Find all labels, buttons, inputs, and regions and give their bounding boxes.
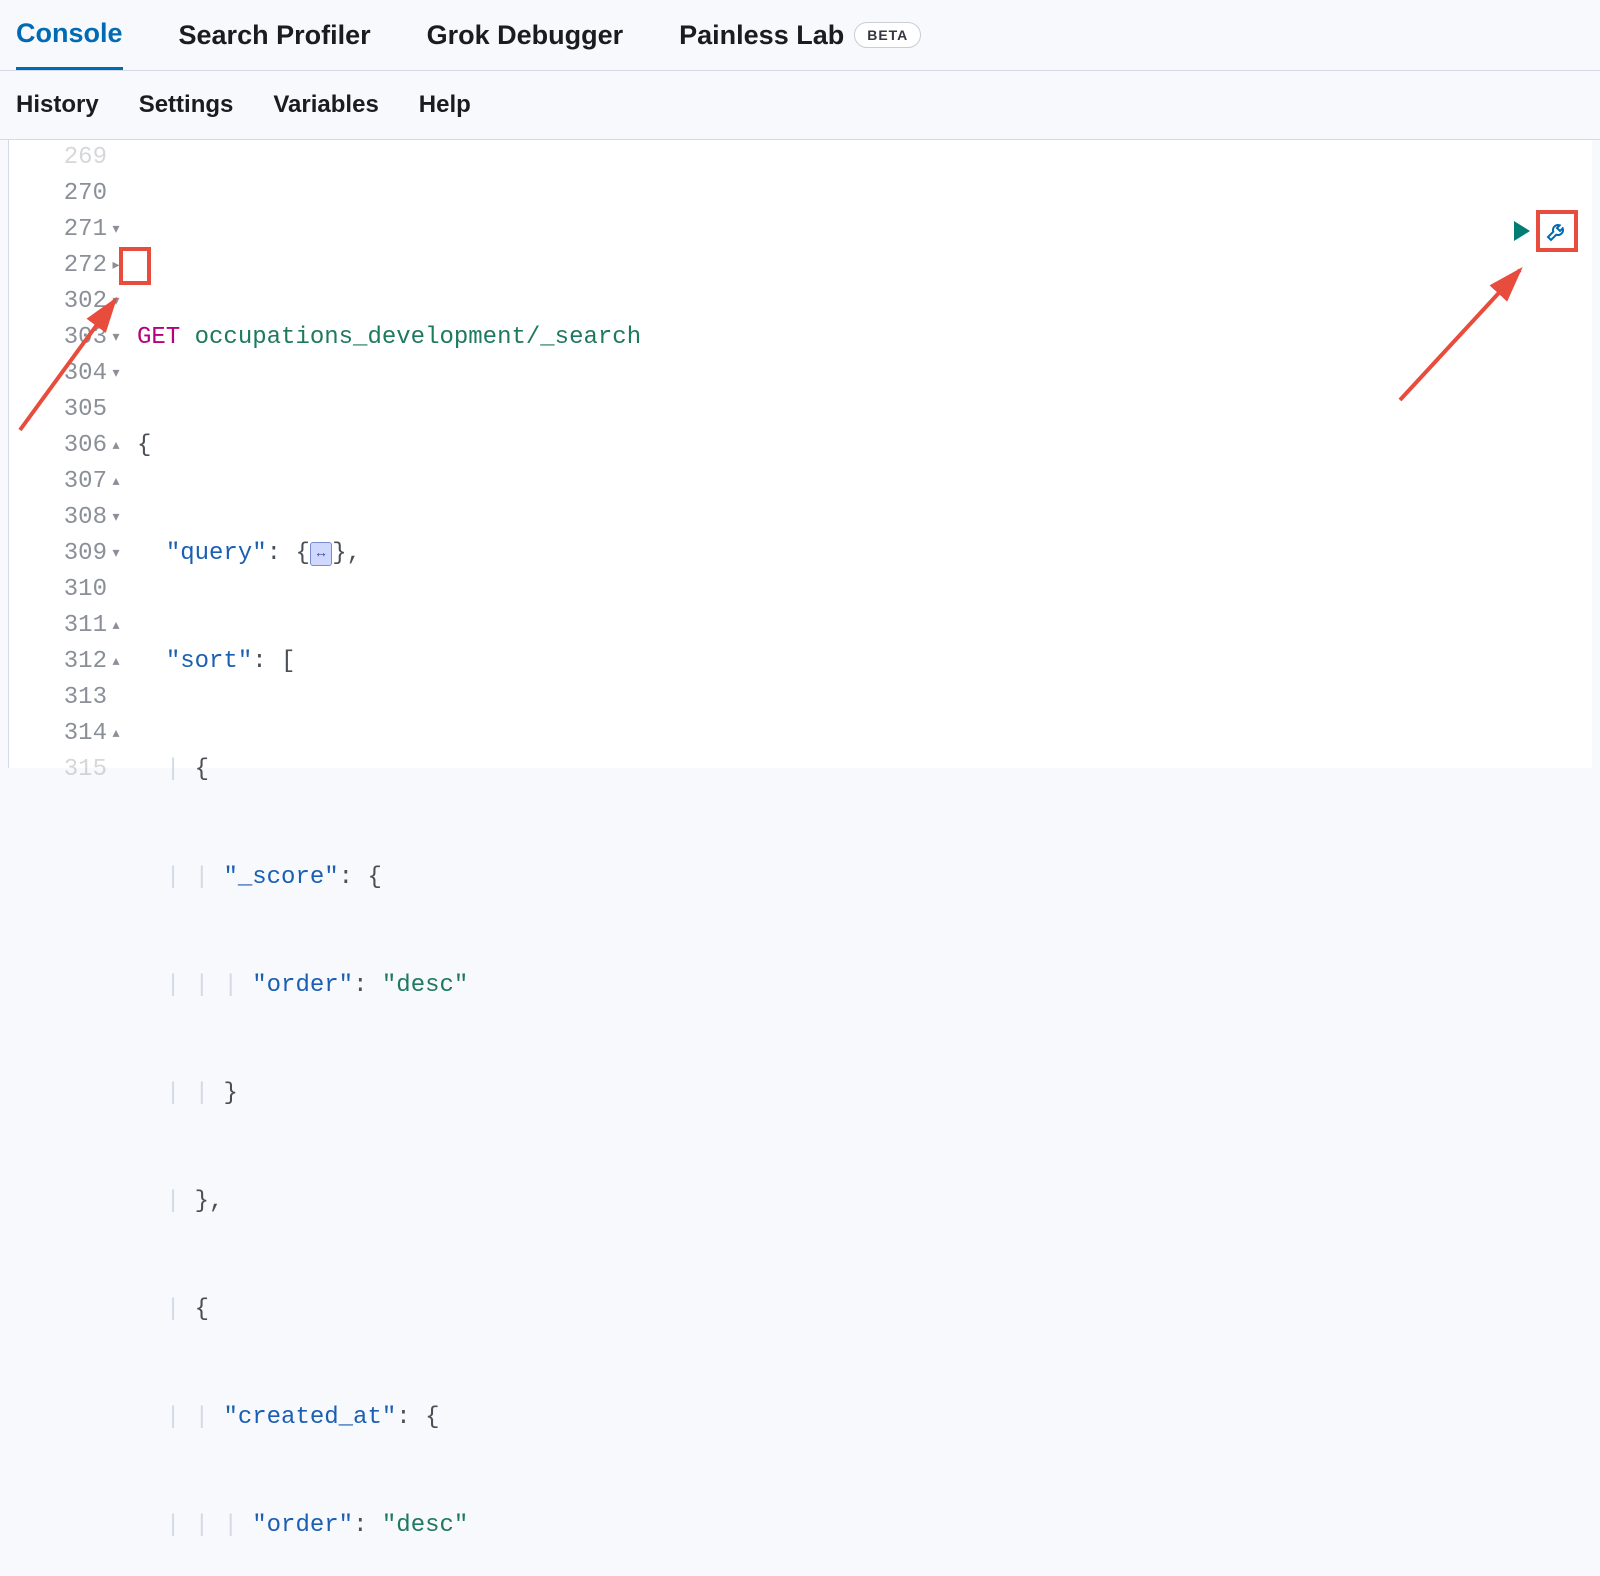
- request-actions: [1514, 210, 1578, 252]
- line-number: 307: [64, 464, 107, 500]
- folded-region-marker[interactable]: ↔: [310, 542, 332, 566]
- line-number: 270: [64, 176, 107, 212]
- code-editor[interactable]: 269 270 271▾ 272▸ 302▾ 303▾ 304▾ 305 306…: [8, 140, 1592, 768]
- fold-toggle-icon[interactable]: ▾: [109, 356, 123, 392]
- key-score: "_score": [223, 860, 338, 896]
- key-query: "query": [166, 536, 267, 572]
- beta-badge: BETA: [854, 22, 921, 48]
- line-number: 305: [64, 392, 107, 428]
- fold-toggle-icon[interactable]: ▴: [109, 464, 123, 500]
- line-number: 314: [64, 716, 107, 752]
- line-gutter: 269 270 271▾ 272▸ 302▾ 303▾ 304▾ 305 306…: [9, 140, 137, 768]
- subbar-settings[interactable]: Settings: [139, 91, 234, 119]
- tab-console[interactable]: Console: [16, 18, 123, 70]
- line-number: 304: [64, 356, 107, 392]
- key-order: "order": [252, 968, 353, 1004]
- line-number: 309: [64, 536, 107, 572]
- fold-toggle-icon[interactable]: ▾: [109, 284, 123, 320]
- value-desc: "desc": [382, 1508, 468, 1544]
- line-number: 271: [64, 212, 107, 248]
- key-created-at: "created_at": [223, 1400, 396, 1436]
- request-path: occupations_development/_search: [195, 320, 641, 356]
- console-subbar: History Settings Variables Help: [0, 71, 1600, 140]
- http-method: GET: [137, 320, 180, 356]
- fold-toggle-icon[interactable]: ▴: [109, 428, 123, 464]
- subbar-help[interactable]: Help: [419, 91, 471, 119]
- wrench-icon: [1545, 219, 1569, 243]
- fold-toggle-icon[interactable]: ▾: [109, 500, 123, 536]
- brace-open: {: [137, 428, 151, 464]
- request-options-button[interactable]: [1536, 210, 1578, 252]
- tab-painless-lab[interactable]: Painless Lab BETA: [679, 20, 921, 69]
- subbar-variables[interactable]: Variables: [273, 91, 378, 119]
- line-number: 313: [64, 680, 107, 716]
- subbar-history[interactable]: History: [16, 91, 99, 119]
- line-number: 308: [64, 500, 107, 536]
- run-request-icon[interactable]: [1514, 221, 1530, 241]
- key-order: "order": [252, 1508, 353, 1544]
- code-content[interactable]: GET occupations_development/_search { "q…: [137, 140, 1592, 768]
- value-desc: "desc": [382, 968, 468, 1004]
- fold-toggle-icon[interactable]: ▴: [109, 608, 123, 644]
- tab-search-profiler[interactable]: Search Profiler: [179, 20, 371, 69]
- key-sort: "sort": [166, 644, 252, 680]
- line-number: 272: [64, 248, 107, 284]
- line-number: 312: [64, 644, 107, 680]
- fold-toggle-icon[interactable]: ▴: [109, 644, 123, 680]
- line-number: 311: [64, 608, 107, 644]
- primary-tabs: Console Search Profiler Grok Debugger Pa…: [0, 0, 1600, 71]
- tab-painless-lab-label: Painless Lab: [679, 20, 844, 51]
- fold-toggle-icon[interactable]: ▴: [109, 716, 123, 752]
- line-number: 303: [64, 320, 107, 356]
- fold-toggle-icon[interactable]: ▾: [109, 212, 123, 248]
- line-number: 302: [64, 284, 107, 320]
- fold-toggle-icon[interactable]: ▾: [109, 320, 123, 356]
- tab-grok-debugger[interactable]: Grok Debugger: [427, 20, 624, 69]
- line-number: 310: [64, 572, 107, 608]
- line-number: 306: [64, 428, 107, 464]
- line-number: 269: [64, 140, 107, 176]
- line-number: 315: [64, 752, 107, 788]
- fold-toggle-icon[interactable]: ▾: [109, 536, 123, 572]
- fold-toggle-collapsed-icon[interactable]: ▸: [109, 248, 123, 284]
